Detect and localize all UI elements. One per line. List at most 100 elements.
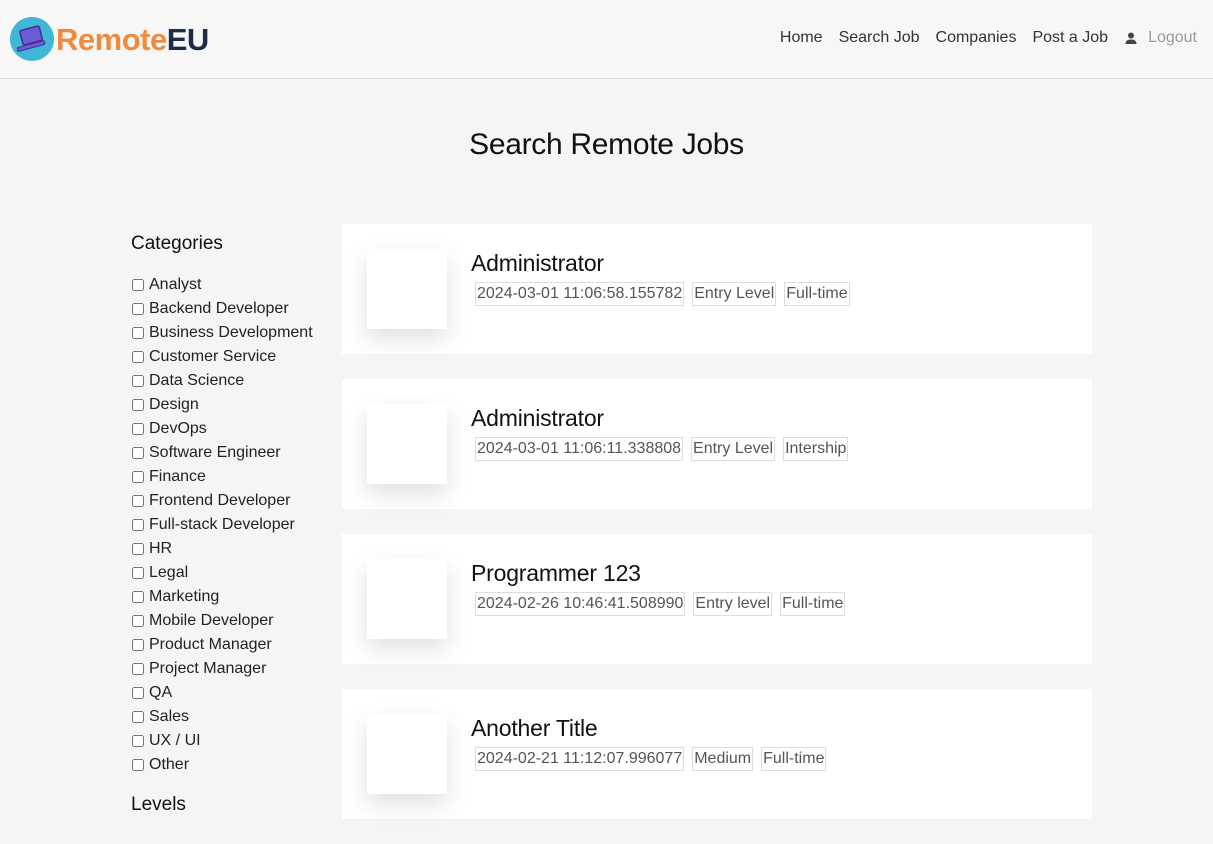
- category-checkbox[interactable]: [132, 423, 144, 435]
- company-logo: [367, 404, 447, 484]
- category-label: Product Manager: [149, 636, 272, 653]
- logo-text: RemoteEU: [56, 24, 209, 55]
- job-tags: 2024-02-26 10:46:41.508990 Entry level Ful…: [475, 592, 853, 616]
- category-item[interactable]: DevOps: [131, 417, 331, 441]
- category-item[interactable]: Sales: [131, 705, 331, 729]
- category-checkbox[interactable]: [132, 711, 144, 723]
- category-label: Frontend Developer: [149, 492, 291, 509]
- category-label: Business Development: [149, 324, 313, 341]
- category-label: Project Manager: [149, 660, 267, 677]
- category-item[interactable]: Business Development: [131, 321, 331, 345]
- main-nav: Home Search Job Companies Post a Job Log…: [764, 29, 1197, 47]
- category-item[interactable]: Data Science: [131, 369, 331, 393]
- category-label: UX / UI: [149, 732, 201, 749]
- logo-text-remote: Remote: [56, 21, 167, 57]
- job-date-tag: 2024-03-01 11:06:11.338808: [475, 437, 684, 461]
- job-title[interactable]: Programmer 123: [471, 560, 641, 587]
- nav-logout[interactable]: Logout: [1148, 29, 1197, 47]
- category-checkbox[interactable]: [132, 351, 144, 363]
- job-list: Administrator 2024-03-01 11:06:58.155782 E…: [342, 224, 1092, 844]
- job-type-tag: Full-time: [761, 747, 827, 771]
- job-level-tag: Entry Level: [691, 437, 776, 461]
- category-checkbox[interactable]: [132, 279, 144, 291]
- job-card[interactable]: Administrator 2024-03-01 11:06:58.155782 E…: [342, 224, 1092, 354]
- category-checkbox[interactable]: [132, 447, 144, 459]
- logo-text-eu: EU: [166, 21, 210, 57]
- nav-home[interactable]: Home: [780, 29, 823, 47]
- category-checkbox[interactable]: [132, 591, 144, 603]
- category-label: Backend Developer: [149, 300, 289, 317]
- category-checkbox[interactable]: [132, 399, 144, 411]
- job-level-tag: Medium: [692, 747, 754, 771]
- category-label: Sales: [149, 708, 190, 725]
- job-date-tag: 2024-03-01 11:06:58.155782: [475, 282, 685, 306]
- categories-heading: Categories: [131, 233, 223, 254]
- site-logo[interactable]: RemoteEU: [10, 16, 209, 62]
- category-item[interactable]: QA: [131, 681, 331, 705]
- category-list: Analyst Backend Developer Business Develop…: [131, 273, 331, 777]
- category-item[interactable]: Customer Service: [131, 345, 331, 369]
- nav-companies[interactable]: Companies: [936, 29, 1017, 47]
- category-label: QA: [149, 684, 173, 701]
- category-label: Data Science: [149, 372, 245, 389]
- category-label: Mobile Developer: [149, 612, 274, 629]
- company-logo: [367, 249, 447, 329]
- category-item[interactable]: Marketing: [131, 585, 331, 609]
- category-label: Analyst: [149, 276, 202, 293]
- job-type-tag: Full-time: [780, 592, 846, 616]
- category-item[interactable]: Backend Developer: [131, 297, 331, 321]
- category-item[interactable]: Software Engineer: [131, 441, 331, 465]
- nav-post-job[interactable]: Post a Job: [1032, 29, 1108, 47]
- category-item[interactable]: Design: [131, 393, 331, 417]
- category-label: DevOps: [149, 420, 207, 437]
- job-card[interactable]: Another Title 2024-02-21 11:12:07.996077 M…: [342, 689, 1092, 819]
- category-checkbox[interactable]: [132, 735, 144, 747]
- category-item[interactable]: Full-stack Developer: [131, 513, 331, 537]
- job-title[interactable]: Administrator: [471, 405, 604, 432]
- category-item[interactable]: Frontend Developer: [131, 489, 331, 513]
- category-checkbox[interactable]: [132, 615, 144, 627]
- job-title[interactable]: Administrator: [471, 250, 604, 277]
- category-item[interactable]: Finance: [131, 465, 331, 489]
- category-checkbox[interactable]: [132, 471, 144, 483]
- category-checkbox[interactable]: [132, 639, 144, 651]
- job-date-tag: 2024-02-26 10:46:41.508990: [475, 592, 686, 616]
- nav-search-job[interactable]: Search Job: [839, 29, 920, 47]
- category-item[interactable]: Mobile Developer: [131, 609, 331, 633]
- category-checkbox[interactable]: [132, 519, 144, 531]
- company-logo: [367, 714, 447, 794]
- category-item[interactable]: Project Manager: [131, 657, 331, 681]
- filter-sidebar: Categories Analyst Backend Developer Busin…: [131, 233, 331, 834]
- category-label: Marketing: [149, 588, 220, 605]
- category-checkbox[interactable]: [132, 759, 144, 771]
- category-checkbox[interactable]: [132, 663, 144, 675]
- category-checkbox[interactable]: [132, 303, 144, 315]
- category-checkbox[interactable]: [132, 495, 144, 507]
- category-label: Finance: [149, 468, 206, 485]
- category-checkbox[interactable]: [132, 687, 144, 699]
- levels-heading: Levels: [131, 794, 186, 815]
- category-item[interactable]: Legal: [131, 561, 331, 585]
- category-item[interactable]: UX / UI: [131, 729, 331, 753]
- category-label: Customer Service: [149, 348, 277, 365]
- category-checkbox[interactable]: [132, 567, 144, 579]
- category-label: Full-stack Developer: [149, 516, 295, 533]
- category-item[interactable]: Other: [131, 753, 331, 777]
- category-item[interactable]: HR: [131, 537, 331, 561]
- category-label: HR: [149, 540, 173, 557]
- laptop-logo-icon: [10, 17, 54, 61]
- job-card[interactable]: Programmer 123 2024-02-26 10:46:41.508990…: [342, 534, 1092, 664]
- page-title: Search Remote Jobs: [469, 128, 744, 161]
- category-item[interactable]: Analyst: [131, 273, 331, 297]
- category-checkbox[interactable]: [132, 543, 144, 555]
- job-date-tag: 2024-02-21 11:12:07.996077: [475, 747, 685, 771]
- job-title[interactable]: Another Title: [471, 715, 598, 742]
- job-tags: 2024-02-21 11:12:07.996077 Medium Full-tim…: [475, 747, 834, 771]
- job-card[interactable]: Administrator 2024-03-01 11:06:11.338808 E…: [342, 379, 1092, 509]
- category-item[interactable]: Product Manager: [131, 633, 331, 657]
- user-icon[interactable]: [1124, 31, 1138, 45]
- category-label: Design: [149, 396, 199, 413]
- category-checkbox[interactable]: [132, 375, 144, 387]
- category-label: Legal: [149, 564, 189, 581]
- category-checkbox[interactable]: [132, 327, 144, 339]
